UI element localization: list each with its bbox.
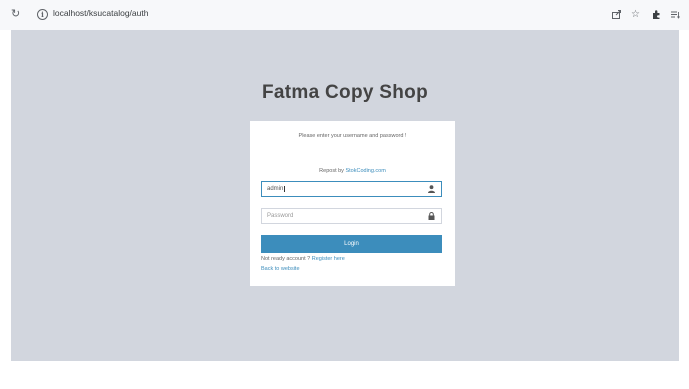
repost-link[interactable]: StokCoding.com	[345, 168, 385, 174]
address-bar[interactable]: i localhost/ksucatalog/auth	[30, 5, 600, 24]
username-value: admin	[267, 186, 284, 192]
register-link[interactable]: Register here	[312, 256, 345, 262]
login-box: Please enter your username and password …	[250, 121, 455, 286]
username-input[interactable]: admin	[261, 181, 442, 197]
reading-list-icon[interactable]	[670, 9, 681, 20]
password-input[interactable]: Password	[261, 208, 442, 224]
star-icon[interactable]: ☆	[630, 9, 641, 20]
repost-prefix: Repost by	[319, 168, 344, 174]
user-icon	[428, 185, 435, 193]
register-line: Not ready account ? Register here	[261, 256, 345, 262]
back-to-website-link[interactable]: Back to website	[261, 266, 300, 272]
password-placeholder: Password	[267, 213, 294, 219]
reload-icon[interactable]: ↻	[11, 9, 21, 20]
login-button[interactable]: Login	[261, 235, 442, 253]
login-page: Fatma Copy Shop Please enter your userna…	[11, 30, 679, 361]
page-title: Fatma Copy Shop	[261, 82, 428, 103]
browser-toolbar: ↻ i localhost/ksucatalog/auth ☆	[0, 0, 689, 30]
share-icon[interactable]	[611, 9, 622, 20]
url-text[interactable]: localhost/ksucatalog/auth	[53, 8, 148, 18]
not-ready-text: Not ready account ?	[261, 256, 311, 262]
login-message: Please enter your username and password …	[298, 133, 407, 139]
extensions-icon[interactable]	[651, 9, 662, 20]
lock-icon	[428, 212, 435, 220]
repost-line: Repost by StokCoding.com	[250, 168, 455, 174]
info-icon[interactable]: i	[37, 9, 48, 20]
